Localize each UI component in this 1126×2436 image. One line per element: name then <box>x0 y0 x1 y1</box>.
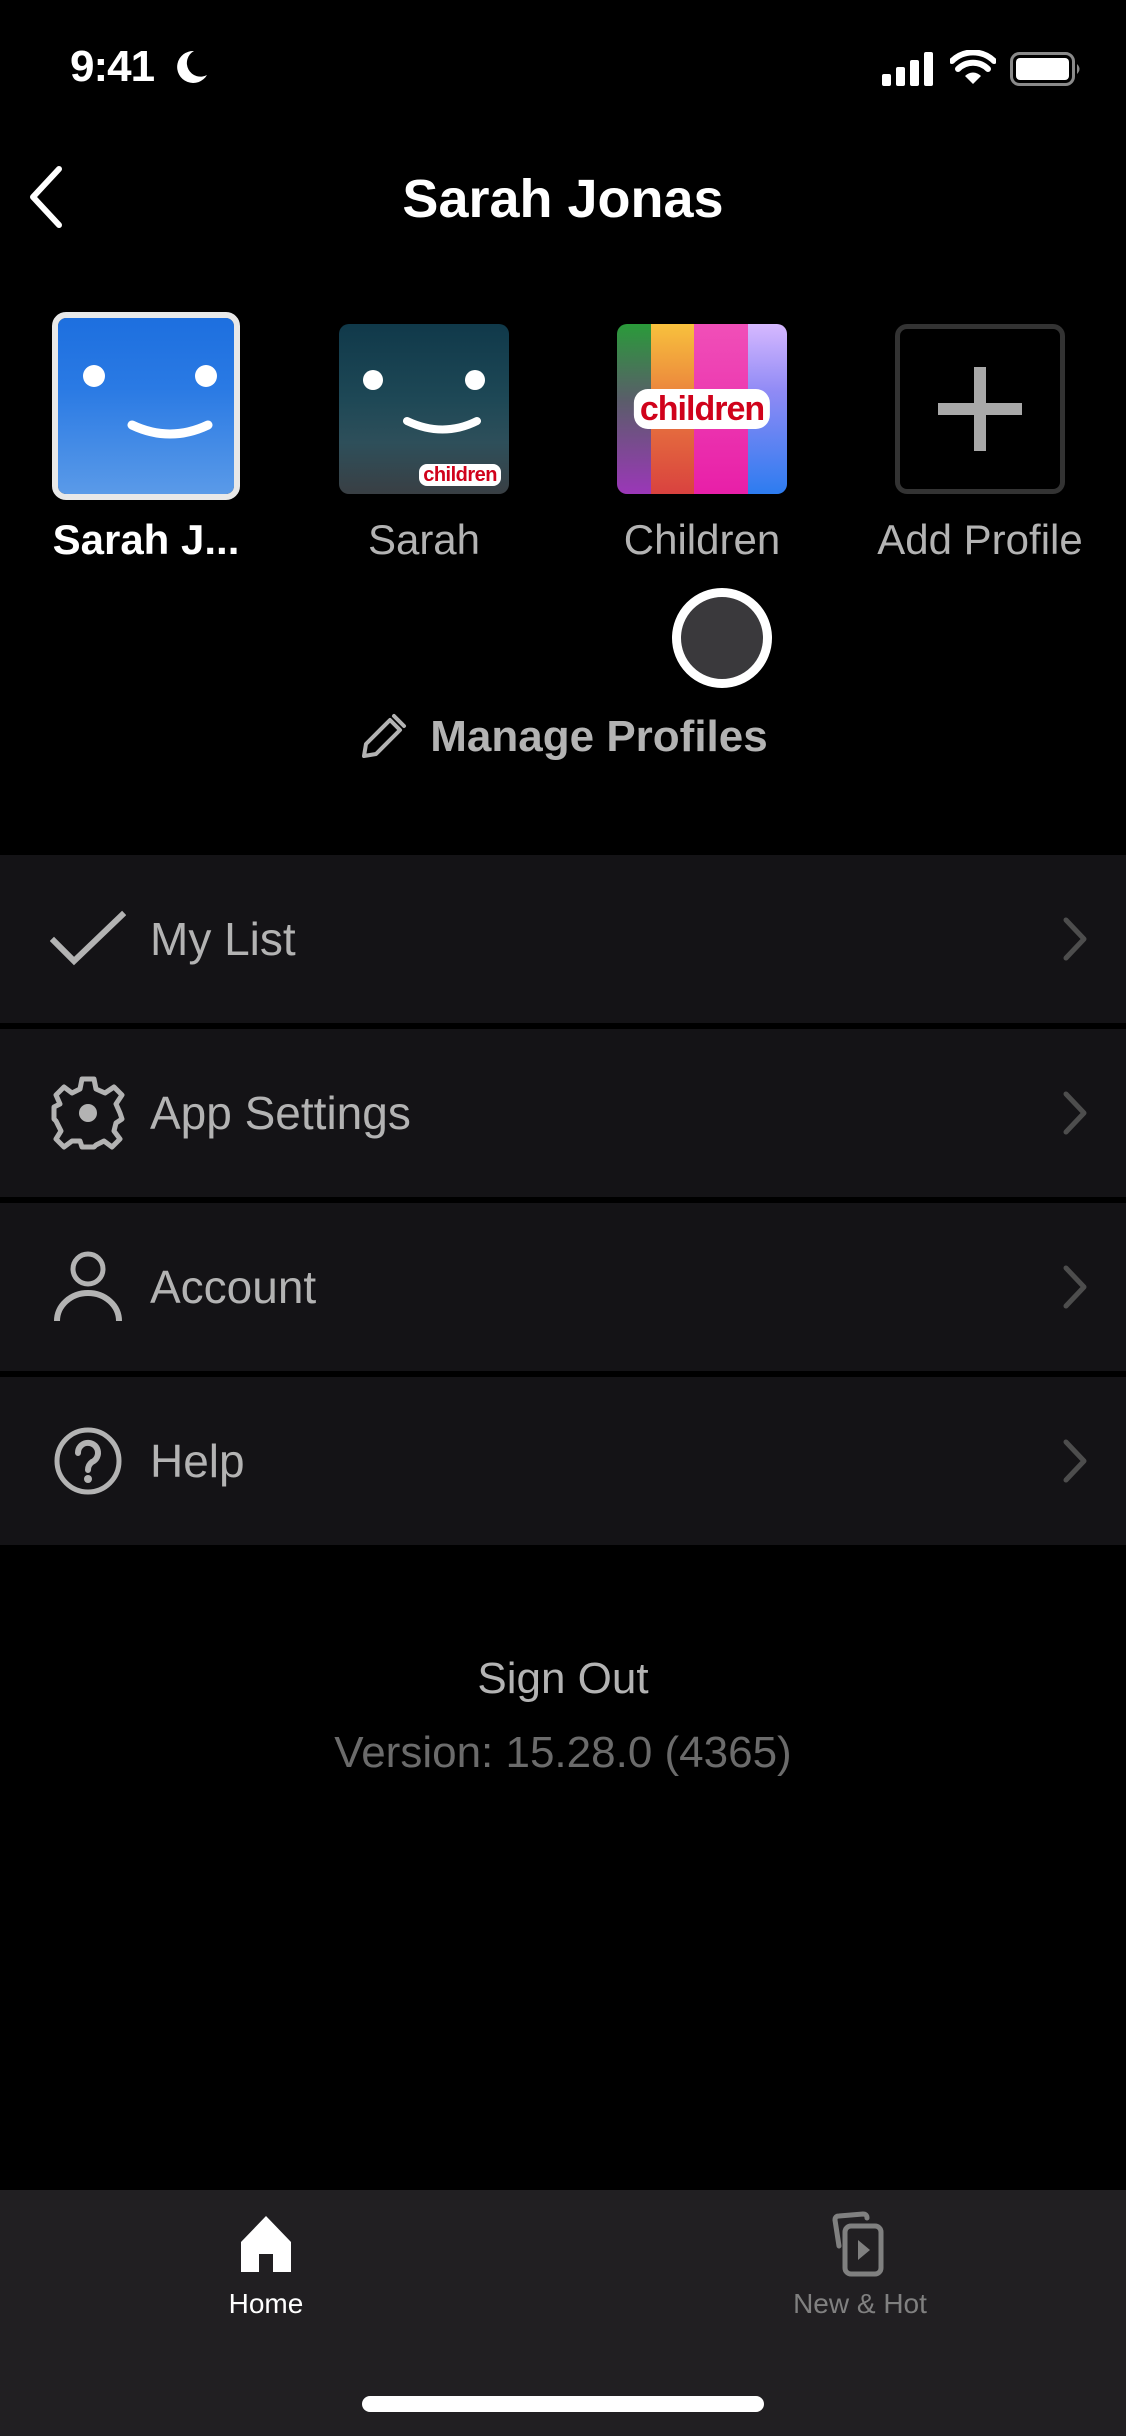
signal-icon <box>882 52 933 86</box>
tab-label: New & Hot <box>793 2288 927 2319</box>
avatar: children <box>617 324 787 494</box>
manage-profiles-label: Manage Profiles <box>430 712 768 761</box>
chevron-right-icon <box>1063 1439 1087 1483</box>
profile-name: Children <box>623 516 781 563</box>
chevron-right-icon <box>1063 1091 1087 1135</box>
menu-item-label: App Settings <box>150 1087 411 1139</box>
smiley-face-icon <box>83 365 217 439</box>
menu-list: My List App Settings Account Help <box>0 855 1126 1551</box>
kids-badge: children <box>419 464 501 486</box>
menu-item-my-list[interactable]: My List <box>0 855 1126 1023</box>
menu-item-label: Help <box>150 1435 245 1487</box>
tab-home[interactable]: Home <box>136 2210 396 2320</box>
profile-name: Add Profile <box>877 516 1083 563</box>
chevron-right-icon <box>1063 917 1087 961</box>
profile-sarah-jonas[interactable]: Sarah J... <box>36 312 256 564</box>
status-bar: 9:41 <box>0 0 1126 140</box>
status-time: 9:41 <box>70 42 155 91</box>
profile-list: Sarah J... children Sarah children Child… <box>0 312 1126 578</box>
avatar <box>52 312 240 500</box>
page-title: Sarah Jonas <box>402 169 724 229</box>
menu-item-app-settings[interactable]: App Settings <box>0 1029 1126 1197</box>
moon-icon <box>177 50 207 83</box>
wifi-icon <box>950 50 996 84</box>
checkmark-icon <box>50 910 126 966</box>
question-circle-icon <box>54 1427 122 1495</box>
profile-name: Sarah J... <box>52 516 240 563</box>
kids-badge: children <box>633 389 771 429</box>
chevron-right-icon <box>1063 1265 1087 1309</box>
plus-icon <box>938 367 1022 451</box>
tab-label: Home <box>228 2288 304 2319</box>
manage-profiles-button[interactable]: Manage Profiles <box>0 712 1126 762</box>
profile-children[interactable]: children Children <box>592 318 812 564</box>
menu-item-account[interactable]: Account <box>0 1203 1126 1371</box>
gear-icon <box>51 1076 125 1150</box>
avatar <box>895 324 1065 494</box>
profile-name: Sarah <box>367 516 481 563</box>
home-icon <box>241 2216 291 2272</box>
menu-item-help[interactable]: Help <box>0 1377 1126 1545</box>
profile-sarah[interactable]: children Sarah <box>314 318 534 564</box>
menu-item-label: Account <box>150 1261 317 1313</box>
home-indicator[interactable] <box>362 2396 764 2412</box>
avatar: children <box>339 324 509 494</box>
new-hot-icon <box>832 2211 884 2277</box>
tab-new-and-hot[interactable]: New & Hot <box>730 2210 990 2320</box>
version-label: Version: 15.28.0 (4365) <box>334 1728 792 1777</box>
add-profile-button[interactable]: Add Profile <box>870 318 1090 564</box>
person-icon <box>54 1251 122 1322</box>
sign-out-button[interactable]: Sign Out <box>0 1654 1126 1704</box>
touch-indicator <box>672 588 772 688</box>
battery-icon <box>1010 52 1080 86</box>
menu-item-label: My List <box>150 913 296 965</box>
pencil-icon <box>362 714 407 758</box>
